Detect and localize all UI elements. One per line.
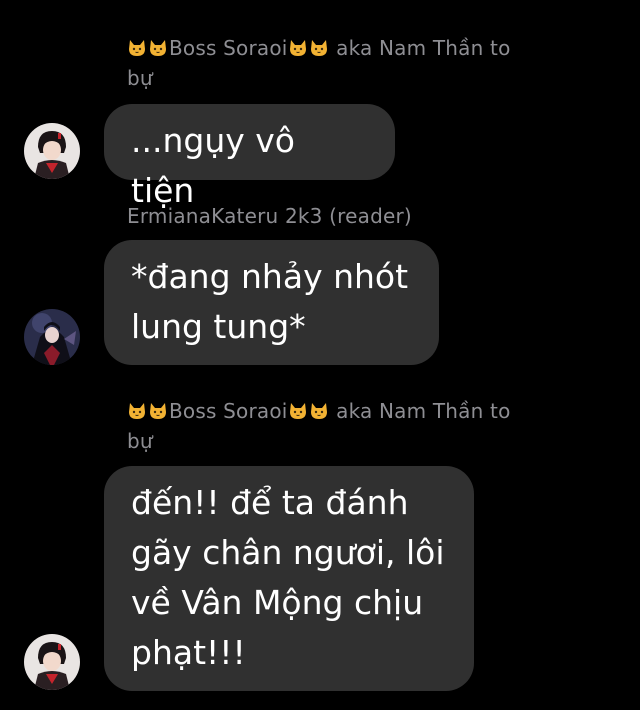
message-text-line: lung tung* (131, 307, 306, 346)
cat-face-icon (129, 40, 145, 56)
avatar[interactable] (24, 634, 80, 690)
message-text-line: đến!! để ta đánh (131, 483, 409, 522)
message-bubble[interactable]: ...ngụy vô tiện (104, 104, 395, 210)
cat-face-icon (289, 403, 306, 419)
cat-face-icon (289, 40, 306, 56)
cat-face-icon (150, 40, 166, 56)
message-text-line: về Vân Mộng chịu (131, 583, 424, 622)
sender-name: ErmianaKateru 2k3 (reader) (127, 201, 597, 231)
cat-face-icon (129, 403, 145, 419)
avatar-red-robed-character-icon (24, 123, 80, 179)
avatar[interactable] (24, 309, 80, 365)
message-text: ...ngụy vô tiện (131, 121, 295, 210)
cat-face-icon (310, 40, 327, 56)
message-text-line: gãy chân ngươi, lôi (131, 533, 445, 572)
sender-name-suffix-line2: bự (127, 429, 153, 453)
message-text-line: *đang nhảy nhót (131, 257, 409, 296)
avatar[interactable] (24, 123, 80, 179)
sender-name-text: Boss Soraoi (169, 36, 288, 60)
sender-name-text: ErmianaKateru 2k3 (reader) (127, 204, 412, 228)
sender-name-suffix-line2: bự (127, 66, 153, 90)
cat-face-icon (150, 403, 166, 419)
sender-name-suffix: aka Nam Thần to (329, 36, 511, 60)
sender-name: Boss Soraoi aka Nam Thần to bự (127, 396, 597, 456)
message-text-line: phạt!!! (131, 633, 246, 672)
message-bubble[interactable]: *đang nhảy nhót lung tung* (104, 240, 439, 365)
avatar-dark-caped-character-icon (24, 309, 80, 365)
cat-face-icon (310, 403, 327, 419)
sender-name-text: Boss Soraoi (169, 399, 288, 423)
message-bubble[interactable]: đến!! để ta đánh gãy chân ngươi, lôi về … (104, 466, 474, 691)
sender-name-suffix: aka Nam Thần to (329, 399, 511, 423)
avatar-red-robed-character-icon (24, 634, 80, 690)
sender-name: Boss Soraoi aka Nam Thần to bự (127, 33, 597, 93)
